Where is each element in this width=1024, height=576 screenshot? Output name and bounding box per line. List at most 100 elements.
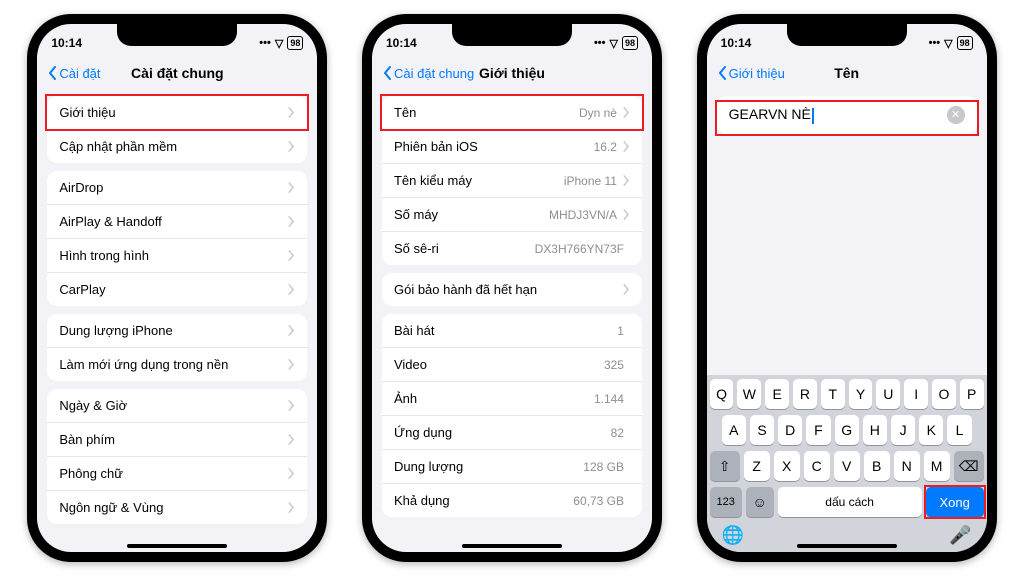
row-value: MHDJ3VN/A [549,208,617,222]
row-label: Video [394,357,604,372]
chevron-right-icon [288,250,295,261]
row-label: AirDrop [59,180,288,195]
row-label: CarPlay [59,282,288,297]
row-value: 16.2 [594,140,617,154]
settings-row[interactable]: Hình trong hình [47,239,307,273]
row-label: Phông chữ [59,466,288,481]
settings-row[interactable]: CarPlay [47,273,307,306]
key-Y[interactable]: Y [849,379,873,409]
settings-group: Giới thiệu Cập nhật phần mềm [47,96,307,163]
settings-row[interactable]: Số máyMHDJ3VN/A [382,198,642,232]
settings-row[interactable]: Bài hát1 [382,314,642,348]
numbers-key[interactable]: 123 [710,487,742,517]
keyboard: QWERTYUIOP ASDFGHJKL ⇧ZXCVBNM⌫ 123☺dấu cách… [707,375,987,552]
globe-icon[interactable]: 🌐 [722,525,744,546]
chevron-right-icon [288,359,295,370]
key-D[interactable]: D [778,415,802,445]
key-L[interactable]: L [947,415,971,445]
key-I[interactable]: I [904,379,928,409]
mic-icon[interactable]: 🎤 [949,525,971,546]
key-E[interactable]: E [765,379,789,409]
key-B[interactable]: B [864,451,890,481]
row-label: Bài hát [394,323,617,338]
settings-row[interactable]: Ứng dụng82 [382,416,642,450]
row-label: Dung lượng iPhone [59,323,288,338]
row-label: Số sê-ri [394,241,535,256]
settings-row[interactable]: Dung lượng iPhone [47,314,307,348]
status-time: 10:14 [386,36,417,50]
settings-row[interactable]: Dung lượng128 GB [382,450,642,484]
settings-row[interactable]: Video325 [382,348,642,382]
key-Q[interactable]: Q [710,379,734,409]
key-M[interactable]: M [924,451,950,481]
key-T[interactable]: T [821,379,845,409]
settings-row[interactable]: Bàn phím [47,423,307,457]
row-label: Giới thiệu [59,105,288,120]
back-label: Giới thiệu [729,66,785,81]
done-key[interactable]: Xong [926,487,984,517]
chevron-right-icon [288,284,295,295]
status-icons: •••▽98 [259,36,303,50]
status-icons: •••▽98 [929,36,973,50]
settings-row[interactable]: Phiên bản iOS16.2 [382,130,642,164]
delete-key[interactable]: ⌫ [954,451,984,481]
key-H[interactable]: H [863,415,887,445]
chevron-right-icon [288,325,295,336]
settings-row[interactable]: Ngôn ngữ & Vùng [47,491,307,524]
settings-row[interactable]: Phông chữ [47,457,307,491]
key-C[interactable]: C [804,451,830,481]
phone-frame: 10:14•••▽98Cài đặt chungGiới thiệuTênDyn… [362,14,662,562]
settings-row[interactable]: Tên kiểu máyiPhone 11 [382,164,642,198]
shift-key[interactable]: ⇧ [710,451,740,481]
key-P[interactable]: P [960,379,984,409]
key-U[interactable]: U [876,379,900,409]
settings-row[interactable]: AirPlay & Handoff [47,205,307,239]
key-F[interactable]: F [806,415,830,445]
key-S[interactable]: S [750,415,774,445]
phone-frame: 10:14•••▽98Giới thiệuTênGEARVN NÈ✕QWERTY… [697,14,997,562]
key-V[interactable]: V [834,451,860,481]
settings-row[interactable]: Giới thiệu [47,96,307,130]
settings-row[interactable]: Làm mới ứng dụng trong nền [47,348,307,381]
settings-row[interactable]: Ảnh1.144 [382,382,642,416]
settings-group: Ngày & Giờ Bàn phím Phông chữ Ngôn ngữ & Vù… [47,389,307,524]
settings-group: Gói bảo hành đã hết hạn [382,273,642,306]
key-R[interactable]: R [793,379,817,409]
settings-row[interactable]: Cập nhật phần mềm [47,130,307,163]
settings-row[interactable]: Gói bảo hành đã hết hạn [382,273,642,306]
settings-group: TênDyn nèPhiên bản iOS16.2Tên kiểu máyiP… [382,96,642,265]
phone-frame: 10:14•••▽98Cài đặtCài đặt chungGiới thiệ… [27,14,327,562]
key-X[interactable]: X [774,451,800,481]
chevron-right-icon [288,141,295,152]
row-value: 1.144 [594,392,624,406]
name-input[interactable]: GEARVN NÈ [729,106,947,123]
chevron-right-icon [288,182,295,193]
back-button[interactable]: Cài đặt chung [382,66,474,81]
name-input-row[interactable]: GEARVN NÈ✕ [717,96,977,134]
key-W[interactable]: W [737,379,761,409]
back-button[interactable]: Cài đặt [47,66,100,81]
key-Z[interactable]: Z [744,451,770,481]
row-label: Số máy [394,207,549,222]
settings-row[interactable]: Số sê-riDX3H766YN73F [382,232,642,265]
key-J[interactable]: J [891,415,915,445]
highlight-box [924,485,986,519]
settings-row[interactable]: TênDyn nè [382,96,642,130]
settings-row[interactable]: AirDrop [47,171,307,205]
row-label: Bàn phím [59,432,288,447]
key-N[interactable]: N [894,451,920,481]
space-key[interactable]: dấu cách [778,487,922,517]
key-A[interactable]: A [722,415,746,445]
key-K[interactable]: K [919,415,943,445]
back-button[interactable]: Giới thiệu [717,66,785,81]
settings-row[interactable]: Khả dụng60,73 GB [382,484,642,517]
back-label: Cài đặt [59,66,100,81]
key-G[interactable]: G [835,415,859,445]
chevron-right-icon [288,216,295,227]
emoji-key[interactable]: ☺ [746,487,774,517]
row-value: 60,73 GB [573,494,624,508]
row-label: Ngôn ngữ & Vùng [59,500,288,515]
settings-row[interactable]: Ngày & Giờ [47,389,307,423]
clear-button[interactable]: ✕ [947,106,965,124]
key-O[interactable]: O [932,379,956,409]
